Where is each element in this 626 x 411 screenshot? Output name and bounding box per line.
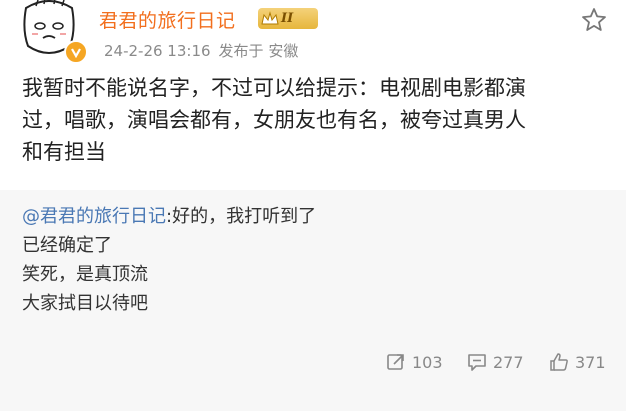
repost-icon (387, 354, 404, 370)
quote-text: :好的，我打听到了 (166, 206, 317, 227)
thumbs-up-icon (550, 353, 568, 371)
quote-line: 笑死，是真顶流 (22, 264, 148, 285)
verified-v-icon (64, 40, 88, 64)
comment-icon (468, 354, 486, 371)
username[interactable]: 君君的旅行日记 (99, 6, 236, 33)
post-content: 我暂时不能说名字，不过可以给提示：电视剧电影都演 过，唱歌，演唱会都有，女朋友也… (22, 72, 612, 168)
level-label: II (281, 11, 294, 26)
comment-count: 277 (493, 352, 524, 372)
mention-link[interactable]: @君君的旅行日记 (22, 206, 166, 227)
quoted-reply: @君君的旅行日记:好的，我打听到了 已经确定了 笑死，是真顶流 大家拭目以待吧 (22, 202, 612, 318)
quote-line: 已经确定了 (22, 235, 112, 256)
like-button[interactable]: 371 (549, 352, 606, 372)
post-meta: 24-2-26 13:16 发布于 安徽 (104, 40, 298, 61)
repost-button[interactable]: 103 (386, 352, 443, 372)
post-location: 发布于 安徽 (218, 42, 299, 60)
post-date: 24-2-26 13:16 (104, 42, 211, 60)
repost-count: 103 (412, 352, 443, 372)
post-main: 君君的旅行日记 II 24-2-26 13:16 发布于 安徽 我暂时不能说名字，… (0, 0, 626, 190)
post-content-line: 和有担当 (22, 140, 106, 164)
star-icon[interactable] (580, 6, 608, 34)
comment-button[interactable]: 277 (467, 352, 524, 372)
level-badge[interactable]: II (258, 8, 318, 29)
quote-line: 大家拭目以待吧 (22, 293, 148, 314)
action-bar: 103 277 371 (0, 352, 626, 376)
quote-line: @君君的旅行日记:好的，我打听到了 (22, 202, 612, 231)
like-count: 371 (575, 352, 606, 372)
post-content-line: 我暂时不能说名字，不过可以给提示：电视剧电影都演 (22, 76, 526, 100)
crown-level-icon (261, 10, 279, 24)
post-content-line: 过，唱歌，演唱会都有，女朋友也有名，被夸过真男人 (22, 108, 526, 132)
weibo-post-card: 君君的旅行日记 II 24-2-26 13:16 发布于 安徽 我暂时不能说名字，… (0, 0, 626, 411)
